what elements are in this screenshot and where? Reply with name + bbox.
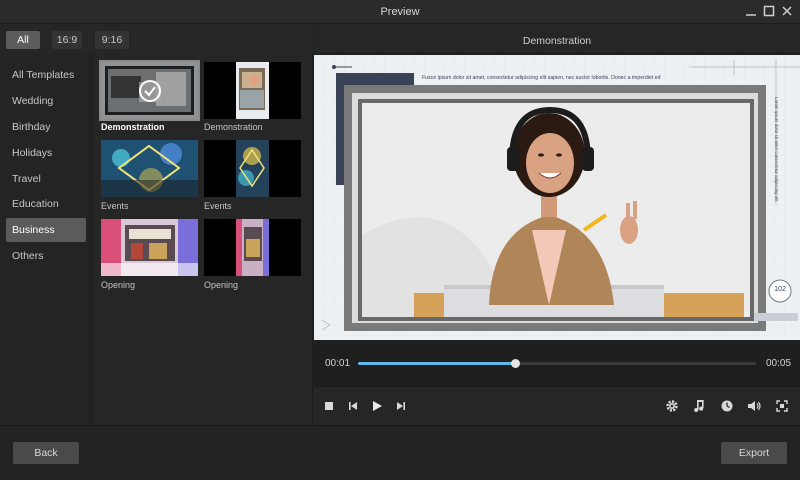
- fullscreen-icon[interactable]: [774, 398, 790, 414]
- category-wedding[interactable]: Wedding: [6, 89, 86, 113]
- template-thumbnail-opening-portrait[interactable]: [204, 219, 301, 276]
- minimize-icon[interactable]: [744, 4, 758, 18]
- current-time: 00:01: [325, 358, 351, 369]
- preview-side-text: Lorem ipsum dolor sit amet consectetur a…: [774, 97, 779, 202]
- template-label: Demonstration: [204, 122, 263, 132]
- template-label: Demonstration: [101, 122, 165, 132]
- preview-header: Demonstration: [314, 24, 800, 54]
- filter-all-button[interactable]: All: [6, 31, 40, 49]
- progress-track[interactable]: [358, 359, 756, 368]
- previous-frame-icon[interactable]: [345, 398, 361, 414]
- template-label: Events: [101, 201, 129, 211]
- filter-9-16-button[interactable]: 9:16: [95, 31, 129, 49]
- category-list: All Templates Wedding Birthday Holidays …: [0, 54, 92, 424]
- template-label: Opening: [204, 280, 239, 290]
- template-label: Opening: [101, 280, 136, 290]
- template-thumbnail-events-landscape[interactable]: [101, 140, 198, 197]
- category-travel[interactable]: Travel: [6, 167, 86, 191]
- clock-icon[interactable]: [719, 398, 735, 414]
- gear-icon[interactable]: [664, 398, 680, 414]
- timeline-bar: 00:01 00:05: [314, 340, 800, 386]
- template-thumbnail-opening-landscape[interactable]: [101, 219, 198, 276]
- back-button[interactable]: Back: [13, 442, 79, 464]
- category-all-templates[interactable]: All Templates: [6, 63, 86, 87]
- aspect-filter-bar: All 16:9 9:16: [0, 24, 313, 54]
- playback-controls: [314, 386, 800, 425]
- template-thumbnail-demonstration-portrait[interactable]: [204, 62, 301, 119]
- export-button[interactable]: Export: [721, 442, 787, 464]
- footer-bar: Back Export: [0, 425, 800, 480]
- template-grid: Demonstration Demonstration Events Event…: [93, 54, 313, 424]
- preview-title: Demonstration: [522, 35, 592, 47]
- close-icon[interactable]: [780, 4, 794, 18]
- template-label: Events: [204, 201, 232, 211]
- title-bar: Preview: [0, 0, 800, 24]
- checkmark-icon: [139, 80, 161, 102]
- category-business[interactable]: Business: [6, 218, 86, 242]
- next-frame-icon[interactable]: [393, 398, 409, 414]
- video-preview[interactable]: Fusce ipsum dolor sit amet, consectetur …: [314, 55, 800, 340]
- preview-page-number: 102: [774, 286, 786, 293]
- volume-icon[interactable]: [746, 398, 762, 414]
- maximize-icon[interactable]: [762, 4, 776, 18]
- category-holidays[interactable]: Holidays: [6, 141, 86, 165]
- category-education[interactable]: Education: [6, 192, 86, 216]
- template-thumbnail-events-portrait[interactable]: [204, 140, 301, 197]
- preview-caption-text: Fusce ipsum dolor sit amet, consectetur …: [422, 75, 661, 81]
- preview-frame-graphic: [314, 55, 800, 340]
- progress-fill: [358, 362, 516, 365]
- play-icon[interactable]: [369, 398, 385, 414]
- category-birthday[interactable]: Birthday: [6, 115, 86, 139]
- stop-icon[interactable]: [321, 398, 337, 414]
- music-note-icon[interactable]: [691, 398, 707, 414]
- progress-scrubber[interactable]: [511, 359, 521, 368]
- window-title: Preview: [380, 6, 420, 18]
- total-time: 00:05: [766, 358, 792, 369]
- template-thumbnail-demonstration-landscape[interactable]: [99, 60, 200, 121]
- category-others[interactable]: Others: [6, 244, 86, 268]
- filter-16-9-button[interactable]: 16:9: [52, 31, 82, 49]
